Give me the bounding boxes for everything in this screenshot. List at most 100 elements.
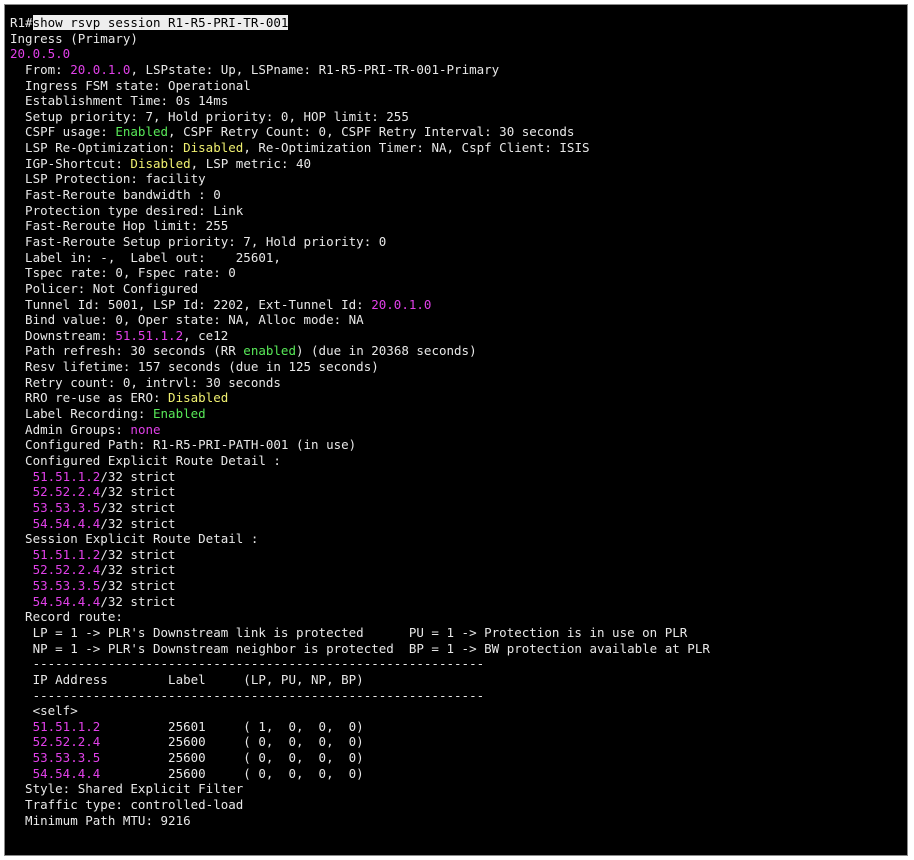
terminal-line: 54.54.4.4/32 strict — [10, 516, 907, 532]
terminal-text: Configured Path: R1-R5-PRI-PATH-001 (in … — [10, 437, 357, 453]
terminal-text: 51.51.1.2 — [115, 327, 184, 343]
terminal-text: NP = 1 -> PLR's Downstream neighbor is p… — [10, 640, 710, 656]
terminal-text: <self> — [10, 703, 78, 719]
terminal-text: Minimum Path MTU: 9216 — [10, 812, 191, 828]
terminal-line: From: 20.0.1.0, LSPstate: Up, LSPname: R… — [10, 62, 907, 78]
terminal-line: Admin Groups: none — [10, 422, 907, 438]
terminal-text: 25601 ( 1, 0, 0, 0) — [100, 718, 364, 734]
terminal-line: Style: Shared Explicit Filter — [10, 781, 907, 797]
terminal-text: LSP Re-Optimization: — [10, 140, 184, 156]
terminal-line: Downstream: 51.51.1.2, ce12 — [10, 328, 907, 344]
terminal-text: 53.53.3.5 — [32, 750, 101, 766]
terminal-text: Bind value: 0, Oper state: NA, Alloc mod… — [10, 312, 364, 328]
terminal-text: 53.53.3.5 — [32, 578, 101, 594]
terminal-text: Tunnel Id: 5001, LSP Id: 2202, Ext-Tunne… — [10, 296, 372, 312]
terminal-line: 52.52.2.4/32 strict — [10, 562, 907, 578]
terminal-text: 53.53.3.5 — [32, 499, 101, 515]
terminal-text: 20.0.1.0 — [70, 61, 131, 77]
terminal-line: Protection type desired: Link — [10, 203, 907, 219]
terminal-line: ----------------------------------------… — [10, 656, 907, 672]
terminal-line: Fast-Reroute Setup priority: 7, Hold pri… — [10, 234, 907, 250]
terminal-line: 51.51.1.2/32 strict — [10, 547, 907, 563]
terminal-line: Record route: — [10, 609, 907, 625]
terminal-text: Disabled — [168, 390, 229, 406]
terminal-text: 52.52.2.4 — [32, 734, 101, 750]
terminal-line: Fast-Reroute Hop limit: 255 — [10, 218, 907, 234]
terminal-text: Ingress (Primary) — [10, 30, 138, 46]
terminal-text: Enabled — [153, 406, 206, 422]
terminal-line: <self> — [10, 703, 907, 719]
terminal-text: Fast-Reroute Setup priority: 7, Hold pri… — [10, 233, 387, 249]
terminal-text: Label Recording: — [10, 406, 153, 422]
terminal-line: 54.54.4.4/32 strict — [10, 594, 907, 610]
terminal-text: 20.0.1.0 — [371, 296, 432, 312]
terminal-text: Resv lifetime: 157 seconds (due in 125 s… — [10, 359, 379, 375]
terminal-line: ----------------------------------------… — [10, 688, 907, 704]
terminal-text: Establishment Time: 0s 14ms — [10, 93, 229, 109]
terminal-text: LP = 1 -> PLR's Downstream link is prote… — [10, 624, 688, 640]
terminal-text: 25600 ( 0, 0, 0, 0) — [100, 765, 364, 781]
terminal-text: 25600 ( 0, 0, 0, 0) — [100, 750, 364, 766]
terminal-text: Tspec rate: 0, Fspec rate: 0 — [10, 265, 236, 281]
terminal-text: Fast-Reroute Hop limit: 255 — [10, 218, 229, 234]
terminal-line: Path refresh: 30 seconds (RR enabled) (d… — [10, 343, 907, 359]
terminal-text: Path refresh: 30 seconds (RR — [10, 343, 244, 359]
terminal-line: RRO re-use as ERO: Disabled — [10, 390, 907, 406]
terminal-line: 53.53.3.5 25600 ( 0, 0, 0, 0) — [10, 750, 907, 766]
terminal-text: Policer: Not Configured — [10, 280, 199, 296]
terminal-line: 53.53.3.5/32 strict — [10, 578, 907, 594]
terminal-text: Disabled — [183, 140, 244, 156]
terminal-line: 53.53.3.5/32 strict — [10, 500, 907, 516]
terminal-text: Enabled — [115, 124, 169, 140]
terminal-text: 51.51.1.2 — [32, 468, 101, 484]
terminal-text: /32 strict — [100, 484, 176, 500]
terminal-text: /32 strict — [100, 468, 176, 484]
terminal-line: LSP Re-Optimization: Disabled, Re-Optimi… — [10, 140, 907, 156]
terminal-text: CSPF usage: — [10, 124, 116, 140]
terminal-line: Establishment Time: 0s 14ms — [10, 93, 907, 109]
terminal-output[interactable]: R1#show rsvp session R1-R5-PRI-TR-001 Ing… — [4, 4, 908, 856]
terminal-line: Ingress (Primary) — [10, 31, 907, 47]
terminal-line: Traffic type: controlled-load — [10, 797, 907, 813]
terminal-text: /32 strict — [100, 578, 176, 594]
terminal-text: Disabled — [130, 155, 191, 171]
terminal-line: NP = 1 -> PLR's Downstream neighbor is p… — [10, 641, 907, 657]
terminal-text: /32 strict — [100, 593, 176, 609]
terminal-text: Style: Shared Explicit Filter — [10, 781, 244, 797]
terminal-text: LSP Protection: facility — [10, 171, 206, 187]
terminal-text: 54.54.4.4 — [32, 593, 101, 609]
terminal-text: Downstream: — [10, 327, 116, 343]
terminal-text: , Re-Optimization Timer: NA, Cspf Client… — [243, 140, 590, 156]
terminal-text: RRO re-use as ERO: — [10, 390, 169, 406]
terminal-text: ----------------------------------------… — [10, 687, 485, 703]
terminal-line: Tspec rate: 0, Fspec rate: 0 — [10, 265, 907, 281]
terminal-text: , LSPstate: Up, LSPname: R1-R5-PRI-TR-00… — [130, 61, 500, 77]
terminal-text: 52.52.2.4 — [32, 562, 101, 578]
terminal-line: 51.51.1.2/32 strict — [10, 469, 907, 485]
terminal-text: ----------------------------------------… — [10, 656, 485, 672]
terminal-text: From: — [10, 61, 71, 77]
terminal-text: enabled — [243, 343, 296, 359]
terminal-line: Label in: -, Label out: 25601, — [10, 250, 907, 266]
terminal-text: Fast-Reroute bandwidth : 0 — [10, 187, 221, 203]
terminal-line: Retry count: 0, intrvl: 30 seconds — [10, 375, 907, 391]
terminal-line: 52.52.2.4 25600 ( 0, 0, 0, 0) — [10, 734, 907, 750]
terminal-text: /32 strict — [100, 499, 176, 515]
terminal-text: 52.52.2.4 — [32, 484, 101, 500]
terminal-line: Tunnel Id: 5001, LSP Id: 2202, Ext-Tunne… — [10, 297, 907, 313]
terminal-line: LP = 1 -> PLR's Downstream link is prote… — [10, 625, 907, 641]
terminal-line: 52.52.2.4/32 strict — [10, 484, 907, 500]
command-input-text[interactable]: show rsvp session R1-R5-PRI-TR-001 — [32, 15, 289, 30]
terminal-line: Session Explicit Route Detail : — [10, 531, 907, 547]
terminal-text: Ingress FSM state: Operational — [10, 77, 251, 93]
